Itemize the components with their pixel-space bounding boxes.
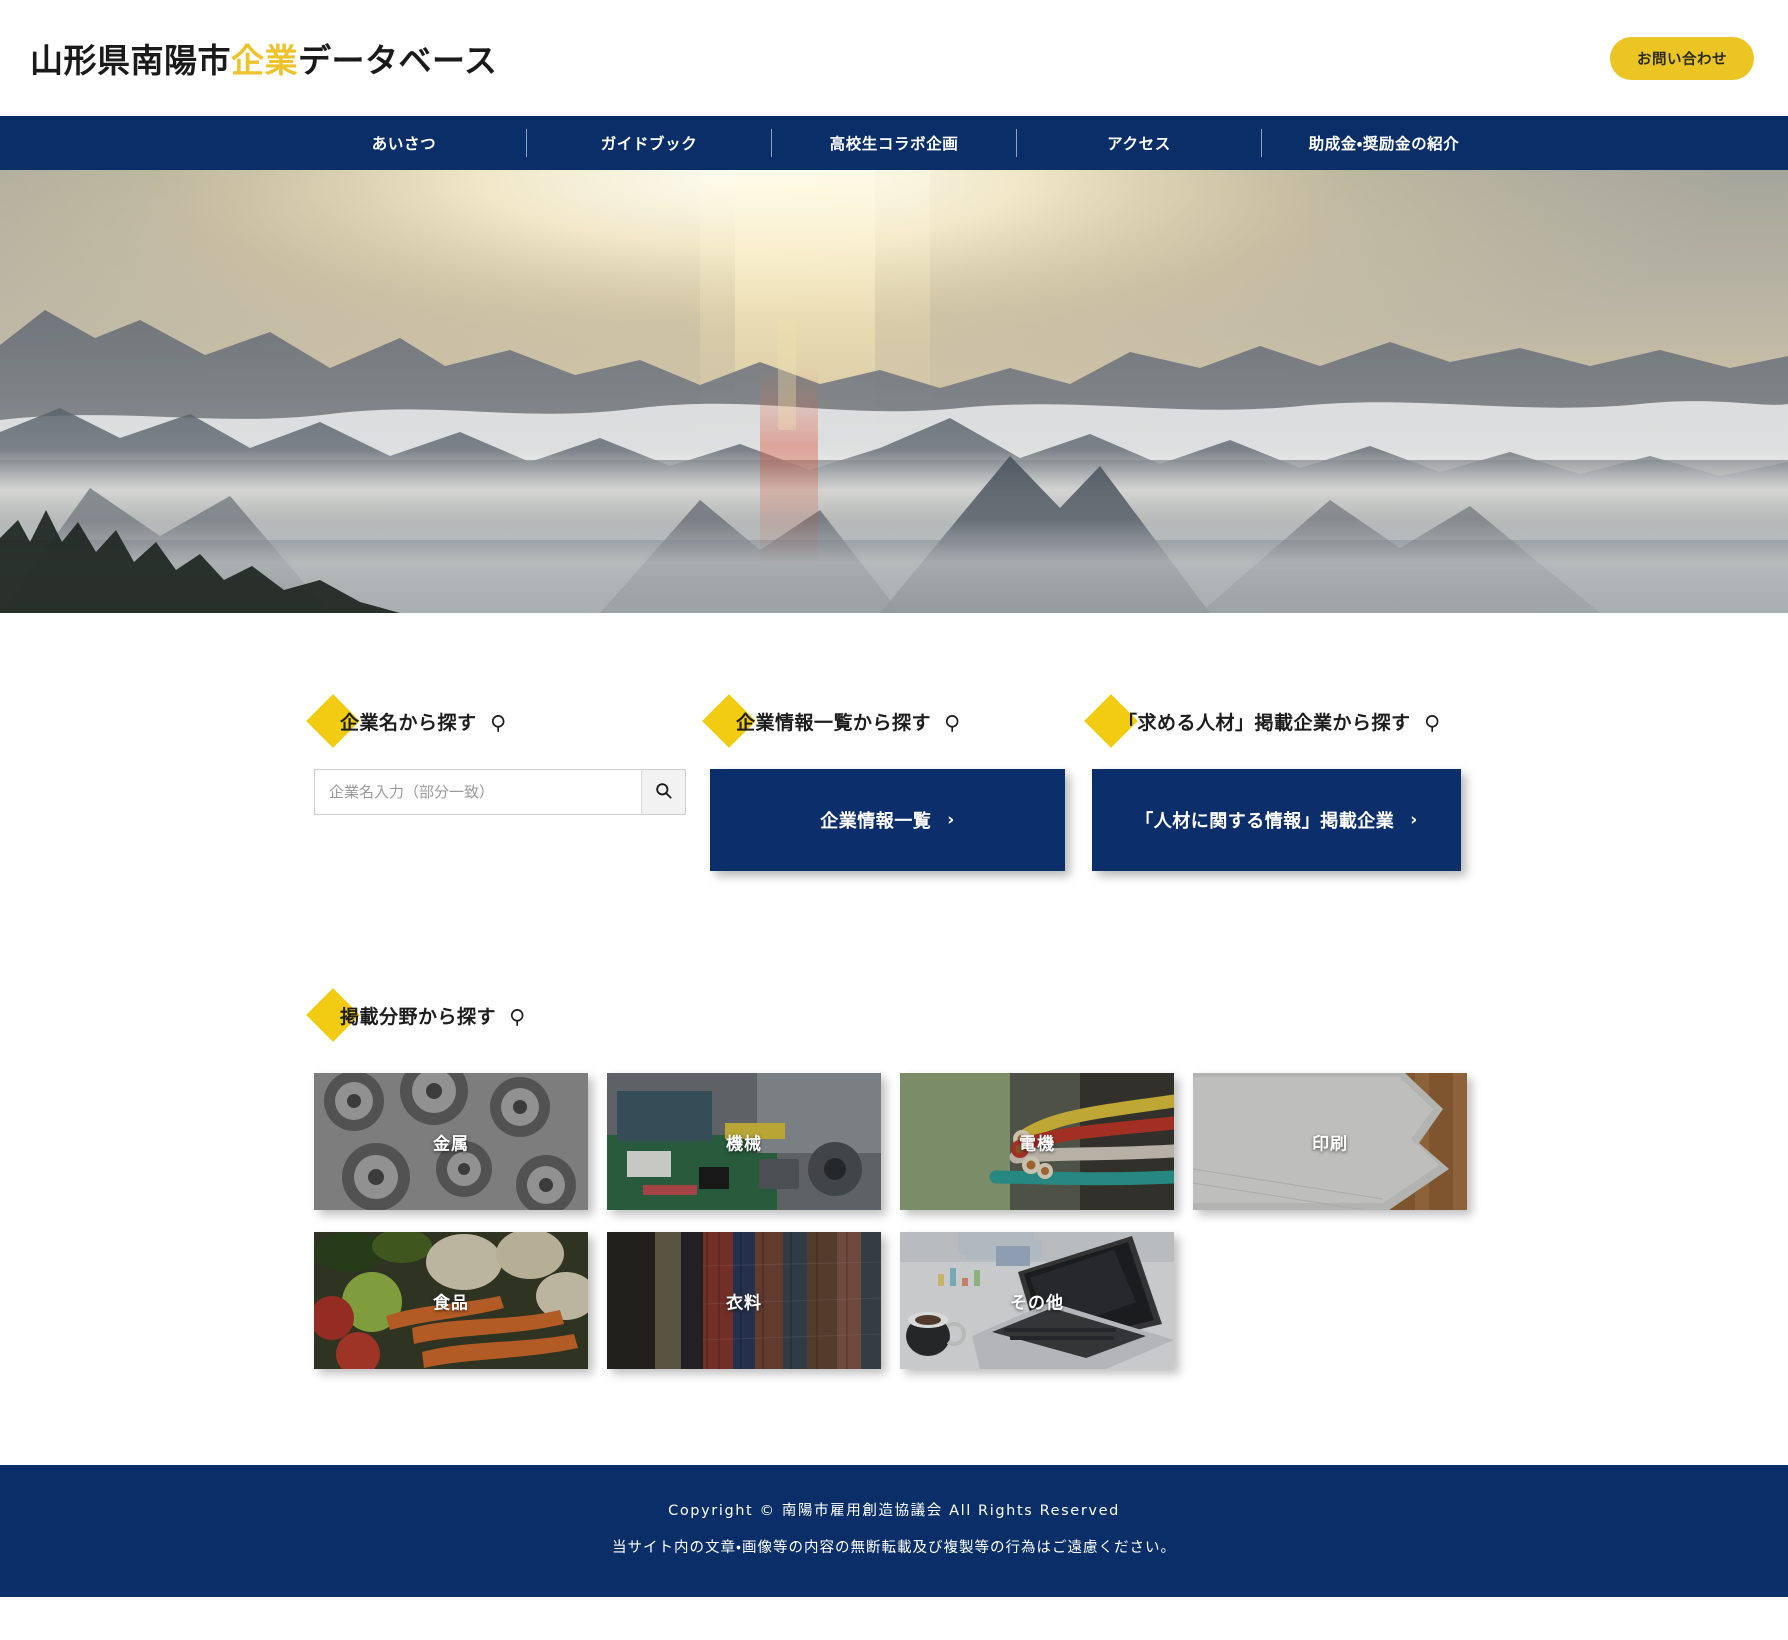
category-label: 衣料	[726, 1293, 762, 1313]
magnifier-icon	[508, 1007, 529, 1028]
magnifier-icon	[943, 713, 964, 734]
hero-image-mountains-sunrise	[0, 170, 1788, 613]
category-label: 金属	[433, 1134, 469, 1154]
magnifier-icon	[489, 713, 510, 734]
search-by-name-heading: 企業名から探す	[306, 694, 710, 748]
category-label: 電機	[1019, 1134, 1055, 1154]
logo-accent: 企業	[231, 41, 298, 80]
nav-item-highschool-collab[interactable]: 高校生コラボ企画	[774, 132, 1014, 154]
magnifier-icon	[1423, 713, 1444, 734]
category-heading: 掲載分野から探す	[306, 988, 1474, 1042]
search-by-list-heading: 企業情報一覧から探す	[702, 694, 1092, 748]
search-by-list-block: 企業情報一覧から探す 企業情報一覧 ›	[702, 694, 1092, 871]
search-by-talent-block: 「求める人材」掲載企業から探す 「人材に関する情報」掲載企業 ›	[1084, 694, 1474, 871]
category-grid: 金属 機械 電機 印刷 食品 衣料 その他	[314, 1073, 1474, 1369]
hero-banner	[0, 170, 1788, 613]
nav-list: あいさつ ガイドブック 高校生コラボ企画 アクセス 助成金・奨励金の紹介	[284, 129, 1504, 157]
logo-suffix: データベース	[298, 41, 498, 80]
company-name-search-box	[314, 769, 686, 815]
category-tile-printing[interactable]: 印刷	[1193, 1073, 1467, 1210]
category-tile-electrical[interactable]: 電機	[900, 1073, 1174, 1210]
company-list-button[interactable]: 企業情報一覧 ›	[710, 769, 1065, 871]
category-title: 掲載分野から探す	[340, 1005, 497, 1028]
nav-item-greeting[interactable]: あいさつ	[284, 132, 524, 154]
page-main: 企業名から探す 企業名入力（部分一致） 企業情報一覧から探す 企業情報一覧 › …	[0, 613, 1788, 1465]
search-by-name-block: 企業名から探す	[306, 694, 710, 871]
search-icon	[654, 781, 673, 803]
search-submit-button[interactable]	[641, 770, 685, 814]
nav-item-subsidies[interactable]: 助成金・奨励金の紹介	[1264, 132, 1504, 154]
site-header: 山形県南陽市企業データベース お問い合わせ	[0, 0, 1788, 116]
nav-divider	[771, 129, 772, 157]
category-label: 機械	[726, 1134, 762, 1154]
site-footer: Copyright © 南陽市雇用創造協議会 All Rights Reserv…	[0, 1465, 1788, 1597]
nav-item-guidebook[interactable]: ガイドブック	[529, 132, 769, 154]
chevron-right-icon: ›	[947, 810, 955, 830]
footer-notice: 当サイト内の文章・画像等の内容の無断転載及び複製等の行為はご遠慮ください。	[612, 1540, 1176, 1556]
nav-divider	[1261, 129, 1262, 157]
category-tile-other[interactable]: その他	[900, 1232, 1174, 1369]
nav-item-access[interactable]: アクセス	[1019, 132, 1259, 154]
nav-divider	[526, 129, 527, 157]
search-by-list-title: 企業情報一覧から探す	[736, 711, 932, 734]
nav-divider	[1016, 129, 1017, 157]
footer-copyright: Copyright © 南陽市雇用創造協議会 All Rights Reserv…	[668, 1503, 1120, 1519]
category-tile-metal[interactable]: 金属	[314, 1073, 588, 1210]
search-by-talent-heading: 「求める人材」掲載企業から探す	[1084, 694, 1474, 748]
site-logo[interactable]: 山形県南陽市企業データベース	[30, 34, 497, 82]
category-label: その他	[1010, 1293, 1064, 1313]
category-tile-machinery[interactable]: 機械	[607, 1073, 881, 1210]
contact-button[interactable]: お問い合わせ	[1610, 36, 1754, 80]
talent-info-button[interactable]: 「人材に関する情報」掲載企業 ›	[1092, 769, 1461, 871]
search-input[interactable]	[315, 770, 641, 814]
chevron-right-icon: ›	[1410, 810, 1418, 830]
category-section: 掲載分野から探す 金属 機械 電機 印刷 食品 衣料 その他	[306, 871, 1474, 1465]
logo-prefix: 山形県南陽市	[30, 41, 231, 80]
search-by-talent-title: 「求める人材」掲載企業から探す	[1118, 711, 1411, 734]
company-list-button-label: 企業情報一覧	[820, 811, 932, 832]
category-tile-clothing[interactable]: 衣料	[607, 1232, 881, 1369]
search-section: 企業名から探す 企業名入力（部分一致） 企業情報一覧から探す 企業情報一覧 › …	[306, 613, 1474, 871]
main-navigation: あいさつ ガイドブック 高校生コラボ企画 アクセス 助成金・奨励金の紹介	[0, 116, 1788, 170]
category-label: 食品	[433, 1293, 469, 1313]
talent-info-button-label: 「人材に関する情報」掲載企業	[1135, 811, 1395, 832]
search-by-name-title: 企業名から探す	[340, 711, 477, 734]
category-tile-food[interactable]: 食品	[314, 1232, 588, 1369]
category-label: 印刷	[1312, 1134, 1348, 1154]
